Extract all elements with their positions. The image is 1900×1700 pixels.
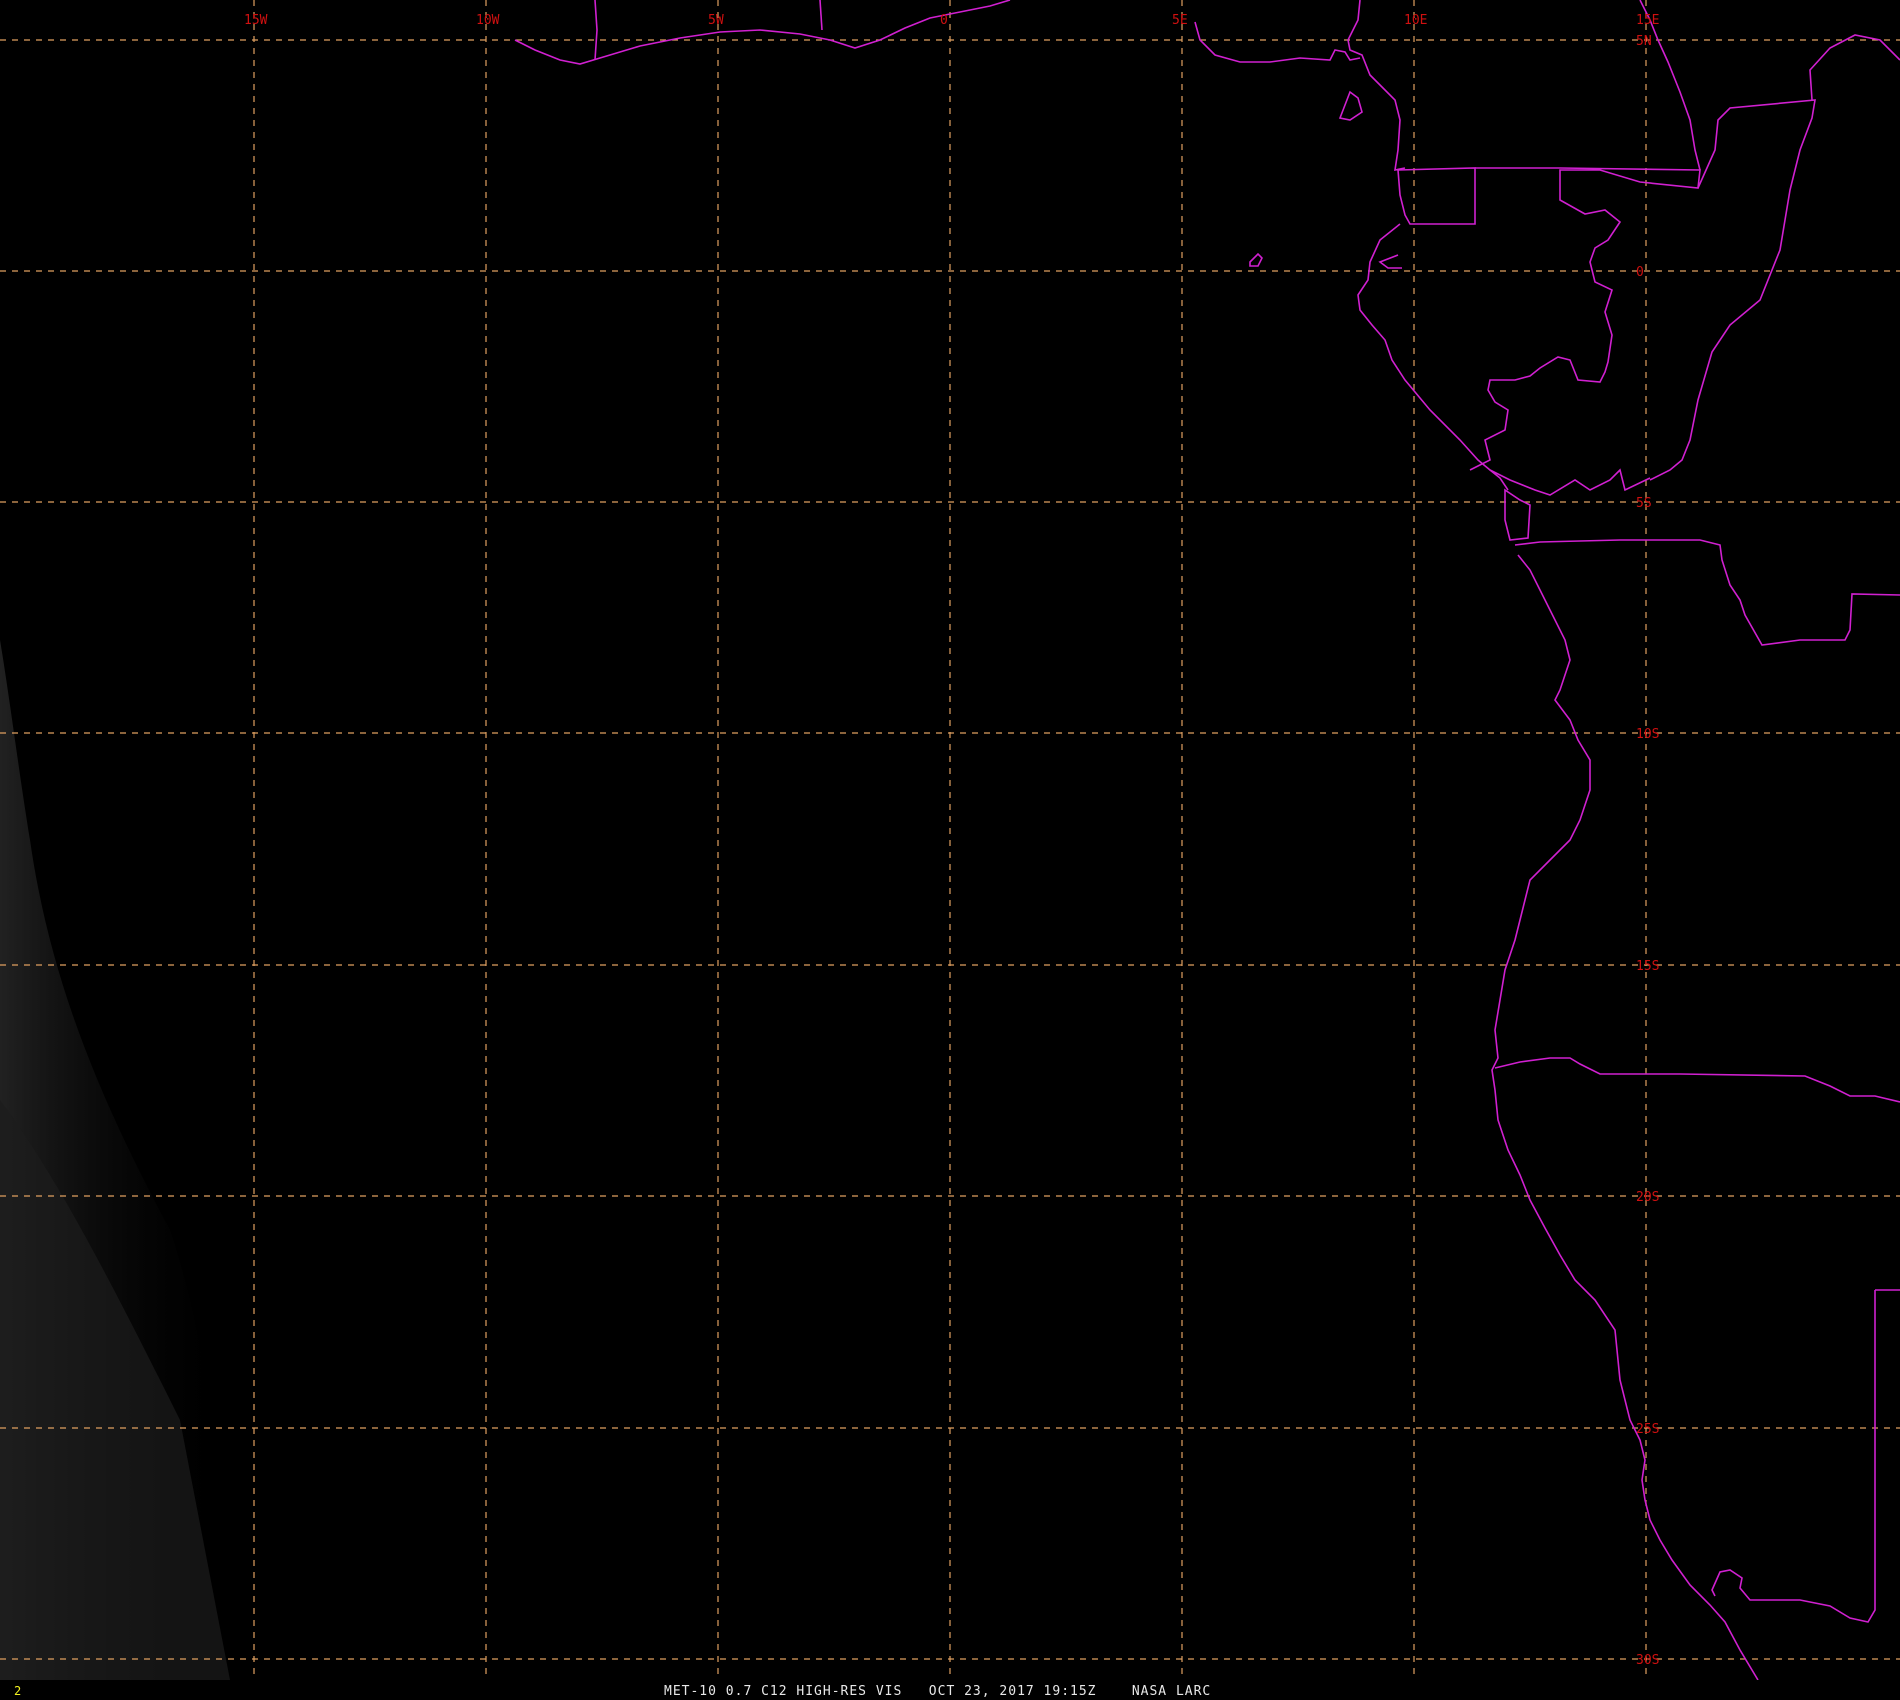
- frame-number: 2: [14, 1684, 22, 1698]
- graticule: [0, 0, 1900, 1680]
- latitude-label: 30S: [1636, 1653, 1659, 1668]
- latitude-label: 5S: [1636, 496, 1652, 511]
- grid-labels: 15W 10W 5W 0 5E 10E 15E 5N 0 5S 10S 15S 20S 25S 30S: [244, 13, 1659, 1668]
- longitude-label: 0: [940, 13, 948, 28]
- longitude-label: 10W: [476, 13, 500, 28]
- west-africa-coastline: [514, 0, 1011, 65]
- longitude-label: 15W: [244, 13, 268, 28]
- latitude-label: 10S: [1636, 727, 1659, 742]
- map-canvas: 15W 10W 5W 0 5E 10E 15E 5N 0 5S 10S 15S 20S 25S 30S: [0, 0, 1900, 1680]
- latitude-label: 0: [1636, 265, 1644, 280]
- longitude-label: 5E: [1172, 13, 1188, 28]
- longitude-label: 15E: [1636, 13, 1659, 28]
- latitude-label: 15S: [1636, 959, 1659, 974]
- angola-coast: [1491, 554, 1759, 1680]
- cloud-region: [0, 640, 230, 1680]
- image-caption: MET-10 0.7 C12 HIGH-RES VIS OCT 23, 2017…: [664, 1684, 1212, 1699]
- latitude-label: 25S: [1636, 1422, 1659, 1437]
- longitude-label: 10E: [1404, 13, 1427, 28]
- gabon-coast: [1357, 223, 1509, 491]
- latitude-label: 5N: [1636, 34, 1652, 49]
- latitude-label: 20S: [1636, 1190, 1659, 1205]
- bioko-island: [1249, 252, 1263, 267]
- satellite-map[interactable]: 15W 10W 5W 0 5E 10E 15E 5N 0 5S 10S 15S 20S 25S 30S: [0, 0, 1900, 1700]
- longitude-label: 5W: [708, 13, 724, 28]
